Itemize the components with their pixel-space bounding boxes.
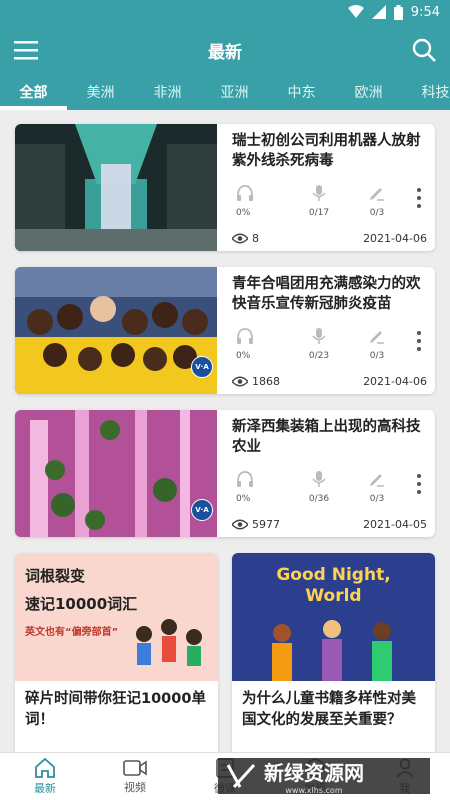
tab-africa[interactable]: 非洲 <box>134 76 201 110</box>
speak-stat[interactable]: 0/36 <box>290 471 348 504</box>
search-button[interactable] <box>410 36 438 64</box>
listen-stat[interactable]: 0% <box>232 185 290 218</box>
speak-stat[interactable]: 0/23 <box>290 328 348 361</box>
robot-image <box>15 124 217 251</box>
voa-logo: V·A <box>191 499 213 521</box>
article-title: 青年合唱团用充满感染力的欢快音乐宣传新冠肺炎疫苗 <box>232 276 421 312</box>
publish-date: 2021-04-06 <box>363 375 427 388</box>
view-count: 5977 <box>252 518 280 531</box>
grid-card[interactable]: 词根裂变 速记10000词汇 英文也有“偏旁部首” 碎片时间带你狂记10000单… <box>15 553 218 752</box>
more-options-icon[interactable] <box>417 188 421 208</box>
tab-americas[interactable]: 美洲 <box>67 76 134 110</box>
article-thumbnail <box>15 124 217 251</box>
article-card[interactable]: 瑞士初创公司利用机器人放射紫外线杀死病毒 0% 0/17 0/3 8 2021-… <box>15 124 435 251</box>
thumb-line1: 词根裂变 <box>25 567 86 585</box>
headphones-icon <box>237 328 253 344</box>
thumb-line3: 英文也有“偏旁部首” <box>25 627 119 638</box>
tab-europe[interactable]: 欧洲 <box>335 76 402 110</box>
page-title: 最新 <box>208 42 242 63</box>
search-icon <box>412 38 436 62</box>
microphone-icon <box>312 185 326 201</box>
write-progress: 0/3 <box>369 351 385 361</box>
grid-card-title: 碎片时间带你狂记10000单词！ <box>25 691 206 728</box>
view-count: 1868 <box>252 375 280 388</box>
kids-illustration <box>136 619 202 666</box>
view-count: 8 <box>252 232 259 245</box>
write-progress: 0/3 <box>369 208 385 218</box>
article-thumbnail: V·A <box>15 410 217 537</box>
write-stat[interactable]: 0/3 <box>348 328 406 361</box>
tab-all[interactable]: 全部 <box>0 76 67 110</box>
eye-icon <box>232 376 248 387</box>
article-thumbnail: V·A <box>15 267 217 394</box>
eye-icon <box>232 233 248 244</box>
tab-middle-east[interactable]: 中东 <box>268 76 335 110</box>
category-tabs: 全部 美洲 非洲 亚洲 中东 欧洲 科技 <box>0 76 450 110</box>
publish-date: 2021-04-05 <box>363 518 427 531</box>
nav-label: 视频 <box>124 780 146 794</box>
publish-date: 2021-04-06 <box>363 232 427 245</box>
article-title: 新泽西集装箱上出现的高科技农业 <box>232 419 421 455</box>
signal-icon <box>371 5 386 19</box>
thumb-line2: 速记10000词汇 <box>25 595 138 613</box>
microphone-icon <box>312 471 326 487</box>
listen-progress: 0% <box>236 351 251 361</box>
status-time: 9:54 <box>410 4 440 20</box>
speak-progress: 0/23 <box>308 351 330 361</box>
book-thumbnail: Good Night, World <box>232 553 435 681</box>
write-progress: 0/3 <box>369 494 385 504</box>
article-title: 瑞士初创公司利用机器人放射紫外线杀死病毒 <box>232 133 421 169</box>
microphone-icon <box>312 328 326 344</box>
voa-logo: V·A <box>191 356 213 378</box>
watermark-sub: www.xlhs.com <box>285 786 343 795</box>
listen-stat[interactable]: 0% <box>232 471 290 504</box>
family-illustration <box>272 620 392 681</box>
more-options-icon[interactable] <box>417 331 421 351</box>
app-bar: 最新 <box>0 24 450 76</box>
pencil-icon <box>370 188 384 201</box>
menu-button[interactable] <box>12 36 40 64</box>
grid-card-title: 为什么儿童书籍多样性对美国文化的发展至关重要？ <box>242 691 416 728</box>
tab-asia[interactable]: 亚洲 <box>201 76 268 110</box>
farm-image <box>15 410 217 537</box>
article-card[interactable]: V·A 青年合唱团用充满感染力的欢快音乐宣传新冠肺炎疫苗 0% 0/23 0/3 <box>15 267 435 394</box>
watermark-main: 新绿资源网 <box>264 761 364 785</box>
nav-label: 最新 <box>34 781 56 795</box>
listen-progress: 0% <box>236 494 251 504</box>
choir-image <box>15 267 217 394</box>
listen-stat[interactable]: 0% <box>232 328 290 361</box>
tab-tech[interactable]: 科技 <box>402 76 450 110</box>
listen-progress: 0% <box>236 208 251 218</box>
book-title-text: Good Night, World <box>276 565 391 606</box>
pencil-icon <box>370 474 384 487</box>
status-bar: 9:54 <box>0 0 450 24</box>
watermark: 新绿资源网 www.xlhs.com <box>218 758 430 795</box>
pencil-icon <box>370 331 384 344</box>
headphones-icon <box>237 185 253 201</box>
nav-latest[interactable]: 最新 <box>0 753 90 800</box>
video-icon <box>123 759 147 776</box>
xl-logo-icon <box>226 763 256 789</box>
speak-stat[interactable]: 0/17 <box>290 185 348 218</box>
grid-card[interactable]: Good Night, World 为什么儿童书籍多样性对美国文化的发展至关重要… <box>232 553 435 752</box>
hamburger-icon <box>14 41 38 60</box>
speak-progress: 0/36 <box>308 494 330 504</box>
more-options-icon[interactable] <box>417 474 421 494</box>
write-stat[interactable]: 0/3 <box>348 471 406 504</box>
home-icon <box>35 757 55 778</box>
nav-video[interactable]: 视频 <box>90 753 180 800</box>
eye-icon <box>232 519 248 530</box>
wifi-icon <box>347 5 364 18</box>
headphones-icon <box>237 471 253 487</box>
article-card[interactable]: V·A 新泽西集装箱上出现的高科技农业 0% 0/36 0/3 5977 202… <box>15 410 435 537</box>
article-feed: 瑞士初创公司利用机器人放射紫外线杀死病毒 0% 0/17 0/3 8 2021-… <box>0 110 450 752</box>
write-stat[interactable]: 0/3 <box>348 185 406 218</box>
battery-icon <box>393 4 403 20</box>
speak-progress: 0/17 <box>308 208 330 218</box>
vocab-thumbnail: 词根裂变 速记10000词汇 英文也有“偏旁部首” <box>15 553 218 681</box>
